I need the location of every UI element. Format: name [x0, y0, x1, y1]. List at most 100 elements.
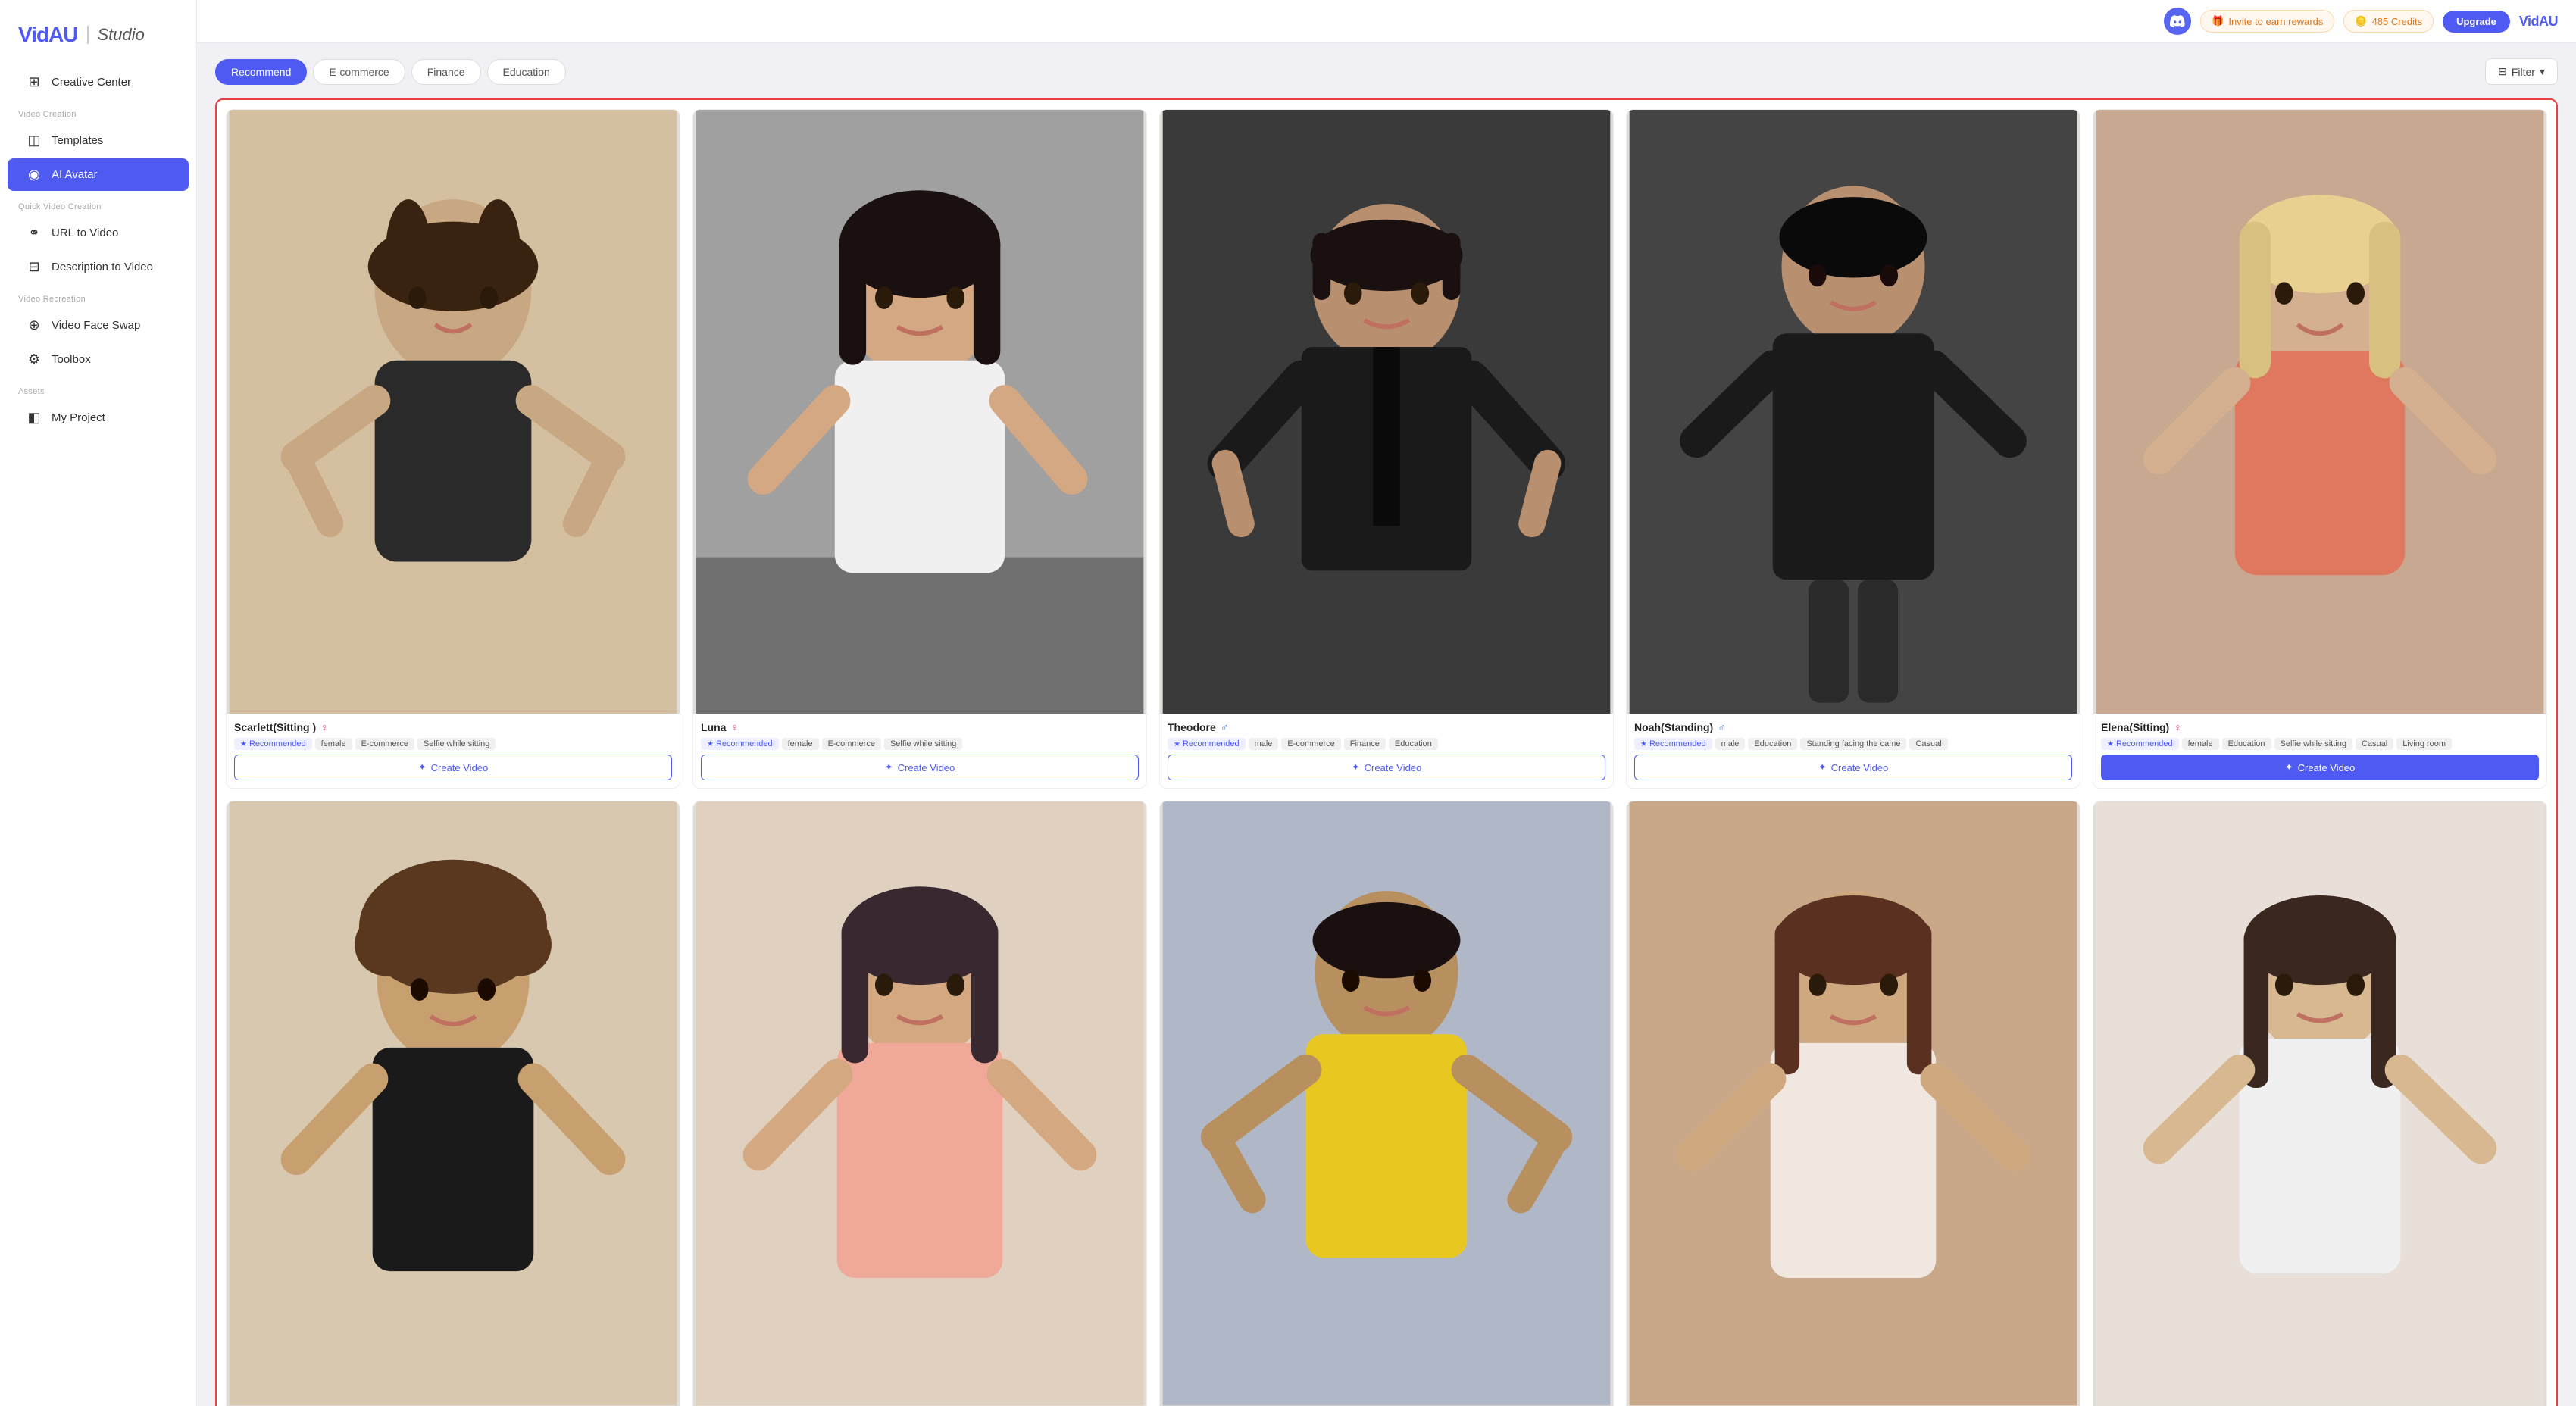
main-area: 🎁 Invite to earn rewards 🪙 485 Credits U…: [197, 0, 2576, 1406]
avatar-grid: Scarlett(Sitting ) ♀ ★ Recommendedfemale…: [226, 109, 2547, 1406]
filter-tabs: Recommend E-commerce Finance Education: [215, 59, 566, 85]
content-area: Recommend E-commerce Finance Education ⊟…: [197, 43, 2576, 1406]
avatar-info: Scarlett(Sitting ) ♀ ★ Recommendedfemale…: [227, 714, 680, 788]
logo-vidau: VidAU: [18, 23, 78, 47]
sidebar-item-label: Video Face Swap: [52, 319, 140, 332]
tag: Selfie while sitting: [884, 738, 962, 750]
avatar-info: Elena(Sitting) ♀ ★ RecommendedfemaleEduc…: [2093, 714, 2546, 788]
tag-recommended: ★ Recommended: [2101, 738, 2179, 750]
toolbox-icon: ⚙: [26, 352, 42, 367]
discord-button[interactable]: [2164, 8, 2191, 35]
tag: E-commerce: [355, 738, 414, 750]
tag: Casual: [2356, 738, 2393, 750]
tag: Standing facing the came: [1800, 738, 1906, 750]
filter-dropdown[interactable]: ⊟ Filter ▾: [2485, 58, 2558, 85]
sidebar-item-creative-center[interactable]: ⊞ Creative Center: [8, 66, 189, 98]
sidebar-item-label: My Project: [52, 411, 105, 424]
filter-icon: ⊟: [2498, 65, 2507, 78]
tab-finance[interactable]: Finance: [411, 59, 481, 85]
create-video-button[interactable]: ✦ Create Video: [2101, 755, 2539, 780]
sidebar-section-quick-video: Quick Video Creation: [0, 192, 196, 216]
sidebar-item-label: Toolbox: [52, 353, 91, 366]
invite-button[interactable]: 🎁 Invite to earn rewards: [2200, 10, 2334, 33]
create-video-button[interactable]: ✦ Create Video: [701, 755, 1139, 780]
sidebar-item-templates[interactable]: ◫ Templates: [8, 124, 189, 157]
create-video-label: Create Video: [2298, 762, 2356, 773]
avatar-card: Elena(Sitting) ♀ ★ RecommendedfemaleEduc…: [2093, 109, 2547, 789]
topbar-brand: VidAU: [2519, 14, 2558, 30]
grid-icon: ⊞: [26, 74, 42, 90]
avatar-name: Theodore: [1168, 721, 1216, 733]
sidebar-item-ai-avatar[interactable]: ◉ AI Avatar: [8, 158, 189, 191]
gender-icon: ♂: [1221, 721, 1229, 733]
link-icon: ⚭: [26, 225, 42, 241]
gender-icon: ♀: [2174, 721, 2182, 733]
tag: female: [782, 738, 819, 750]
tag-recommended: ★ Recommended: [234, 738, 312, 750]
avatar-info: Noah(Standing) ♂ ★ RecommendedmaleEducat…: [1627, 714, 2080, 788]
upgrade-button[interactable]: Upgrade: [2443, 11, 2510, 33]
avatar-image: [1160, 110, 1613, 714]
sidebar-item-label: Description to Video: [52, 261, 153, 273]
avatar-name-row: Noah(Standing) ♂: [1634, 721, 2072, 733]
sidebar-item-toolbox[interactable]: ⚙ Toolbox: [8, 343, 189, 376]
avatar-image: [1627, 110, 2080, 714]
avatar-name-row: Luna ♀: [701, 721, 1139, 733]
gift-icon: 🎁: [2212, 15, 2224, 27]
filter-bar: Recommend E-commerce Finance Education ⊟…: [215, 58, 2558, 85]
create-video-button[interactable]: ✦ Create Video: [234, 755, 672, 780]
avatar-card: Mia ♀ ★ Recommendedfemale ✦ Create Video: [226, 801, 680, 1406]
avatar-tags: ★ RecommendedmaleE-commerceFinanceEducat…: [1168, 738, 1605, 750]
sparkle-icon: ✦: [1818, 761, 1827, 773]
sparkle-icon: ✦: [1352, 761, 1360, 773]
sidebar-item-url-to-video[interactable]: ⚭ URL to Video: [8, 217, 189, 249]
templates-icon: ◫: [26, 133, 42, 148]
avatar-image: [2093, 110, 2546, 714]
create-video-button[interactable]: ✦ Create Video: [1168, 755, 1605, 780]
gender-icon: ♀: [730, 721, 739, 733]
sidebar-section-assets: Assets: [0, 376, 196, 401]
avatar-image: [693, 801, 1146, 1405]
filter-label: Filter: [2512, 66, 2535, 78]
logo: VidAU Studio: [0, 15, 196, 65]
avatar-card: Scarlett(Sitting ) ♀ ★ Recommendedfemale…: [226, 109, 680, 789]
sidebar-item-label: Creative Center: [52, 76, 131, 89]
sidebar-item-description-to-video[interactable]: ⊟ Description to Video: [8, 251, 189, 283]
project-icon: ◧: [26, 410, 42, 426]
avatar-card: Isabella ♀ ★ Recommendedfemale ✦ Create …: [1626, 801, 2080, 1406]
tag: E-commerce: [822, 738, 881, 750]
sidebar: VidAU Studio ⊞ Creative Center Video Cre…: [0, 0, 197, 1406]
create-video-button[interactable]: ✦ Create Video: [1634, 755, 2072, 780]
create-video-label: Create Video: [1831, 762, 1889, 773]
avatar-card: Sofia ♀ ★ Recommendedfemale ✦ Create Vid…: [692, 801, 1147, 1406]
tag: male: [1249, 738, 1279, 750]
sidebar-item-my-project[interactable]: ◧ My Project: [8, 401, 189, 434]
sparkle-icon: ✦: [2285, 761, 2293, 773]
topbar: 🎁 Invite to earn rewards 🪙 485 Credits U…: [197, 0, 2576, 43]
tag-recommended: ★ Recommended: [701, 738, 779, 750]
tag: E-commerce: [1281, 738, 1340, 750]
avatar-image: [693, 110, 1146, 714]
tag: Education: [1389, 738, 1438, 750]
sidebar-item-label: URL to Video: [52, 227, 118, 239]
avatar-card: Marco ♂ ★ Recommendedmale ✦ Create Video: [1159, 801, 1614, 1406]
avatar-name-row: Elena(Sitting) ♀: [2101, 721, 2539, 733]
credits-button[interactable]: 🪙 485 Credits: [2343, 10, 2434, 33]
sidebar-item-label: Templates: [52, 134, 103, 147]
tag: female: [315, 738, 352, 750]
tag: Education: [1748, 738, 1797, 750]
tag: female: [2182, 738, 2219, 750]
tag: Selfie while sitting: [2274, 738, 2352, 750]
sidebar-item-video-face-swap[interactable]: ⊕ Video Face Swap: [8, 309, 189, 342]
tab-education[interactable]: Education: [487, 59, 566, 85]
sparkle-icon: ✦: [418, 761, 427, 773]
avatar-image: [1160, 801, 1613, 1405]
tag: Education: [2222, 738, 2271, 750]
tab-recommend[interactable]: Recommend: [215, 59, 307, 85]
avatar-image: [1627, 801, 2080, 1405]
avatar-name: Elena(Sitting): [2101, 721, 2169, 733]
avatar-image: [227, 801, 680, 1405]
avatar-name: Luna: [701, 721, 726, 733]
tab-ecommerce[interactable]: E-commerce: [313, 59, 405, 85]
gender-icon: ♂: [1718, 721, 1726, 733]
